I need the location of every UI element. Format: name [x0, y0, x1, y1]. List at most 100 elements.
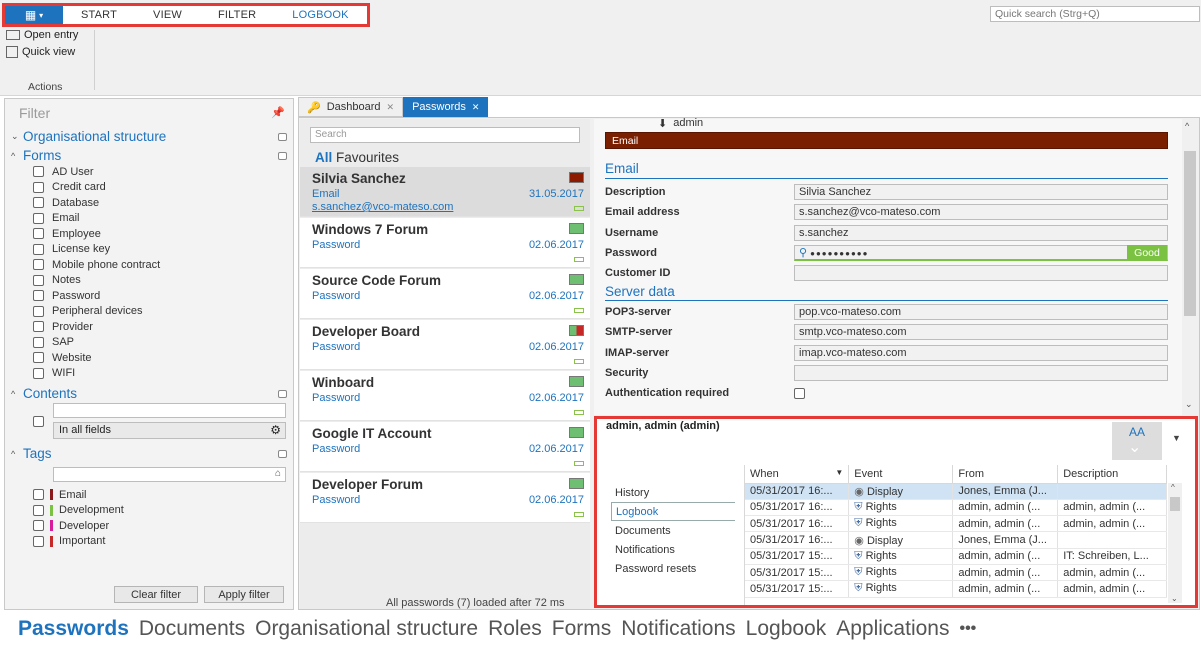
tab-dashboard[interactable]: 🔑 Dashboard ✕	[298, 97, 404, 117]
smtp-field[interactable]: smtp.vco-mateso.com	[794, 324, 1168, 341]
checkbox[interactable]	[33, 520, 44, 532]
form-item[interactable]: Peripheral devices	[33, 304, 160, 320]
imap-field[interactable]: imap.vco-mateso.com	[794, 344, 1168, 361]
list-item[interactable]: Google IT Account Password 02.06.2017	[300, 422, 590, 472]
form-item[interactable]: Password	[33, 288, 160, 304]
column-when[interactable]: When ▼	[745, 465, 850, 484]
form-item[interactable]: Notes	[33, 273, 160, 289]
list-item[interactable]: Silvia Sanchez Email 31.05.2017 s.sanche…	[300, 167, 590, 217]
checkbox[interactable]	[33, 212, 44, 224]
tag-item[interactable]: Important	[33, 534, 124, 550]
logbook-nav-history[interactable]: History	[611, 483, 735, 502]
form-item[interactable]: Website	[33, 350, 160, 366]
checkbox[interactable]	[33, 290, 44, 302]
table-row[interactable]: 05/31/2017 15:... ⛨ Rights admin, admin …	[745, 564, 1167, 582]
nav-notifications[interactable]: Notifications	[621, 617, 735, 641]
form-item[interactable]: Employee	[33, 226, 160, 242]
form-item[interactable]: Credit card	[33, 180, 160, 196]
checkbox[interactable]	[33, 181, 44, 193]
form-item[interactable]: Email	[33, 211, 160, 227]
username-field[interactable]: s.sanchez	[794, 224, 1168, 241]
detail-scrollbar[interactable]: ^ ⌄	[1182, 119, 1198, 413]
tab-passwords[interactable]: Passwords ✕	[403, 97, 489, 117]
entry-email-link[interactable]: s.sanchez@vco-mateso.com	[312, 201, 453, 213]
favourites-toggle[interactable]: All Favourites	[315, 150, 399, 165]
checkbox[interactable]	[33, 367, 44, 379]
checkbox[interactable]	[33, 166, 44, 178]
description-field[interactable]: Silvia Sanchez	[794, 184, 1168, 201]
table-row[interactable]: 05/31/2017 16:... ⛨ Rights admin, admin …	[745, 515, 1167, 533]
checkbox[interactable]	[33, 321, 44, 333]
app-menu-button[interactable]: ▦ ▾	[5, 6, 63, 24]
logbook-nav-password-resets[interactable]: Password resets	[611, 559, 735, 578]
table-row[interactable]: 05/31/2017 15:... ⛨ Rights admin, admin …	[745, 548, 1167, 565]
quick-search-input[interactable]: Quick search (Strg+Q)	[990, 6, 1200, 22]
form-item[interactable]: License key	[33, 242, 160, 258]
list-item[interactable]: Winboard Password 02.06.2017	[300, 371, 590, 421]
column-description[interactable]: Description	[1057, 465, 1167, 484]
dropdown-arrow-icon[interactable]: ▼	[1172, 433, 1181, 443]
list-item[interactable]: Developer Board Password 02.06.2017	[300, 320, 590, 370]
section-forms-toggle[interactable]	[278, 151, 287, 160]
pop3-field[interactable]: pop.vco-mateso.com	[794, 304, 1168, 321]
nav-documents[interactable]: Documents	[139, 617, 245, 641]
nav-applications[interactable]: Applications	[836, 617, 949, 641]
checkbox[interactable]	[33, 336, 44, 348]
scrollbar-thumb[interactable]	[1170, 497, 1180, 511]
tag-item[interactable]: Email	[33, 487, 124, 503]
list-item[interactable]: Windows 7 Forum Password 02.06.2017	[300, 218, 590, 268]
list-item[interactable]: Source Code Forum Password 02.06.2017	[300, 269, 590, 319]
section-org[interactable]: ⌄ Organisational structure	[11, 129, 287, 144]
section-org-toggle[interactable]	[278, 132, 287, 141]
nav-organisational-structure[interactable]: Organisational structure	[255, 617, 478, 641]
all-label[interactable]: All	[315, 150, 332, 165]
authentication-checkbox[interactable]	[794, 387, 805, 399]
checkbox[interactable]	[33, 274, 44, 286]
form-item[interactable]: SAP	[33, 335, 160, 351]
checkbox[interactable]	[33, 243, 44, 255]
nav-passwords[interactable]: Passwords	[18, 617, 129, 641]
logbook-nav-logbook[interactable]: Logbook	[611, 502, 735, 521]
scrollbar-thumb[interactable]	[1184, 151, 1196, 316]
table-row[interactable]: 05/31/2017 16:... ⛨ Rights admin, admin …	[745, 499, 1167, 517]
tab-filter[interactable]: FILTER	[200, 6, 274, 24]
logbook-nav-notifications[interactable]: Notifications	[611, 540, 735, 559]
form-item[interactable]: Mobile phone contract	[33, 257, 160, 273]
tab-view[interactable]: VIEW	[135, 6, 200, 24]
tag-item[interactable]: Developer	[33, 518, 124, 534]
section-tags-toggle[interactable]	[278, 449, 287, 458]
close-icon[interactable]: ✕	[387, 102, 395, 113]
tag-item[interactable]: Development	[33, 503, 124, 519]
tab-logbook[interactable]: LOGBOOK	[274, 6, 366, 24]
checkbox[interactable]	[33, 305, 44, 317]
list-item[interactable]: Developer Forum Password 02.06.2017	[300, 473, 590, 523]
table-row[interactable]: 05/31/2017 16:... ◉ Display Jones, Emma …	[745, 483, 1167, 500]
gear-icon[interactable]: ⚙	[270, 423, 281, 438]
list-search-input[interactable]: Search	[310, 127, 580, 143]
tab-start[interactable]: START	[63, 6, 135, 24]
customer-id-field[interactable]	[794, 265, 1168, 282]
checkbox[interactable]	[33, 535, 44, 547]
more-icon[interactable]: •••	[959, 620, 976, 638]
form-item[interactable]: WIFI	[33, 366, 160, 382]
nav-logbook[interactable]: Logbook	[746, 617, 827, 641]
password-field[interactable]: ⚲ ●●●●●●●●●● Good	[794, 245, 1168, 262]
table-row[interactable]: 05/31/2017 15:... ⛨ Rights admin, admin …	[745, 580, 1167, 598]
checkbox[interactable]	[33, 489, 44, 501]
checkbox[interactable]	[33, 504, 44, 516]
table-row[interactable]: 05/31/2017 16:... ◉ Display Jones, Emma …	[745, 531, 1167, 549]
chevron-up-icon[interactable]: ^	[1185, 121, 1189, 131]
column-from[interactable]: From	[952, 465, 1059, 484]
column-event[interactable]: Event	[848, 465, 954, 484]
quick-view-button[interactable]: Quick view	[6, 46, 75, 58]
tags-input[interactable]: ⌂	[53, 467, 286, 482]
checkbox[interactable]	[33, 259, 44, 271]
checkbox[interactable]	[33, 228, 44, 240]
logbook-scrollbar[interactable]: ^ ⌄	[1168, 483, 1182, 603]
pin-icon[interactable]: 📌	[271, 106, 285, 119]
chevron-up-icon[interactable]: ^	[1171, 483, 1175, 492]
email-address-field[interactable]: s.sanchez@vco-mateso.com	[794, 204, 1168, 221]
contents-checkbox[interactable]	[33, 416, 44, 427]
logbook-nav-documents[interactable]: Documents	[611, 521, 735, 540]
close-icon[interactable]: ✕	[472, 102, 480, 113]
